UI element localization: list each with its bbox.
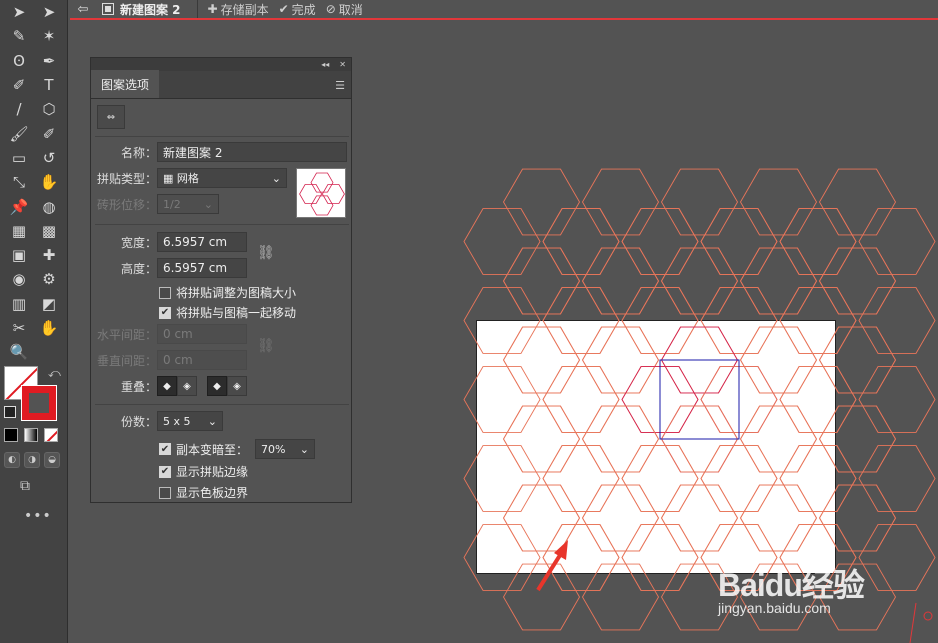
hexagon-shape xyxy=(660,247,739,315)
hexagon-shape xyxy=(779,287,857,354)
hexagon-shape xyxy=(502,168,581,236)
hexagon-shape xyxy=(818,484,897,552)
hexagon-shape xyxy=(621,445,699,512)
hexagon-shape xyxy=(621,445,699,512)
hexagon-shape xyxy=(779,445,857,512)
hexagon-shape xyxy=(621,524,699,591)
hexagon-shape xyxy=(739,484,818,552)
hexagon-shape xyxy=(581,326,660,394)
hexagon-shape xyxy=(463,366,541,433)
hexagon-shape xyxy=(700,208,778,275)
hexagon-shape xyxy=(542,445,620,512)
tile-edge-box[interactable] xyxy=(659,359,740,440)
pattern-canvas[interactable] xyxy=(0,0,938,643)
hexagon-shape xyxy=(542,287,620,354)
hexagon-shape xyxy=(621,524,699,591)
hexagon-shape xyxy=(739,326,818,394)
hexagon-shape xyxy=(542,445,620,512)
hexagon-shape xyxy=(542,208,620,275)
hexagon-shape xyxy=(621,208,699,275)
red-arrow-annotation xyxy=(536,540,568,592)
hexagon-shape xyxy=(700,208,778,275)
hexagon-shape xyxy=(779,208,857,275)
hexagon-shape xyxy=(739,326,818,394)
hexagon-shape xyxy=(463,287,541,354)
watermark-url: jingyan.baidu.com xyxy=(718,600,831,616)
hexagon-shape xyxy=(502,563,581,631)
hexagon-shape xyxy=(542,524,620,591)
hexagon-shape xyxy=(581,168,660,236)
hexagon-shape xyxy=(502,484,581,552)
hexagon-shape xyxy=(700,445,778,512)
hexagon-shape xyxy=(779,287,857,354)
hexagon-shape xyxy=(818,484,897,552)
hexagon-shape xyxy=(581,405,660,473)
hexagon-shape xyxy=(739,484,818,552)
hexagon-shape xyxy=(581,405,660,473)
watermark-logo: Baidu经验 jingyan.baidu.com xyxy=(718,560,865,616)
hexagon-shape xyxy=(542,287,620,354)
hexagon-shape xyxy=(818,326,897,394)
hexagon-shape xyxy=(463,445,541,512)
hexagon-shape xyxy=(779,208,857,275)
hexagon-shape xyxy=(502,405,581,473)
hexagon-shape xyxy=(542,366,620,433)
hexagon-shape xyxy=(779,445,857,512)
hexagon-shape xyxy=(818,405,897,473)
hexagon-shape xyxy=(858,366,936,433)
hexagon-shape xyxy=(502,247,581,315)
hexagon-shape xyxy=(700,445,778,512)
hexagon-shape xyxy=(739,247,818,315)
hexagon-shape xyxy=(581,563,660,631)
hexagon-shape xyxy=(660,484,739,552)
hexagon-shape xyxy=(818,405,897,473)
hexagon-shape xyxy=(581,247,660,315)
hexagon-shape xyxy=(581,484,660,552)
hexagon-shape xyxy=(502,326,581,394)
hexagon-shape xyxy=(739,405,818,473)
hexagon-shape xyxy=(502,326,581,394)
hexagon-shape xyxy=(621,208,699,275)
hexagon-shape xyxy=(581,326,660,394)
hexagon-shape xyxy=(463,524,541,591)
hexagon-shape xyxy=(660,484,739,552)
hexagon-shape xyxy=(700,287,778,354)
hexagon-shape xyxy=(581,484,660,552)
hexagon-shape xyxy=(463,208,541,275)
hexagon-shape xyxy=(818,168,897,236)
hexagon-shape xyxy=(542,366,620,433)
hexagon-shape xyxy=(660,168,739,236)
hexagon-shape xyxy=(621,287,699,354)
hexagon-shape xyxy=(621,287,699,354)
hexagon-shape xyxy=(818,247,897,315)
hexagon-shape xyxy=(739,247,818,315)
hexagon-shape xyxy=(858,445,936,512)
hexagon-shape xyxy=(739,405,818,473)
hexagon-shape xyxy=(502,247,581,315)
hexagon-shape xyxy=(858,208,936,275)
hexagon-shape xyxy=(542,524,620,591)
hexagon-shape xyxy=(779,366,857,433)
hexagon-shape xyxy=(581,247,660,315)
hexagon-shape xyxy=(542,208,620,275)
hexagon-shape xyxy=(502,484,581,552)
hexagon-shape xyxy=(858,524,936,591)
hexagon-shape xyxy=(818,326,897,394)
hexagon-shape xyxy=(779,366,857,433)
hexagon-shape xyxy=(858,287,936,354)
hexagon-shape xyxy=(502,405,581,473)
hexagon-shape xyxy=(700,287,778,354)
hexagon-shape xyxy=(818,247,897,315)
hexagon-shape xyxy=(660,247,739,315)
hexagon-shape xyxy=(739,168,818,236)
anchor-point-marker xyxy=(909,602,933,643)
